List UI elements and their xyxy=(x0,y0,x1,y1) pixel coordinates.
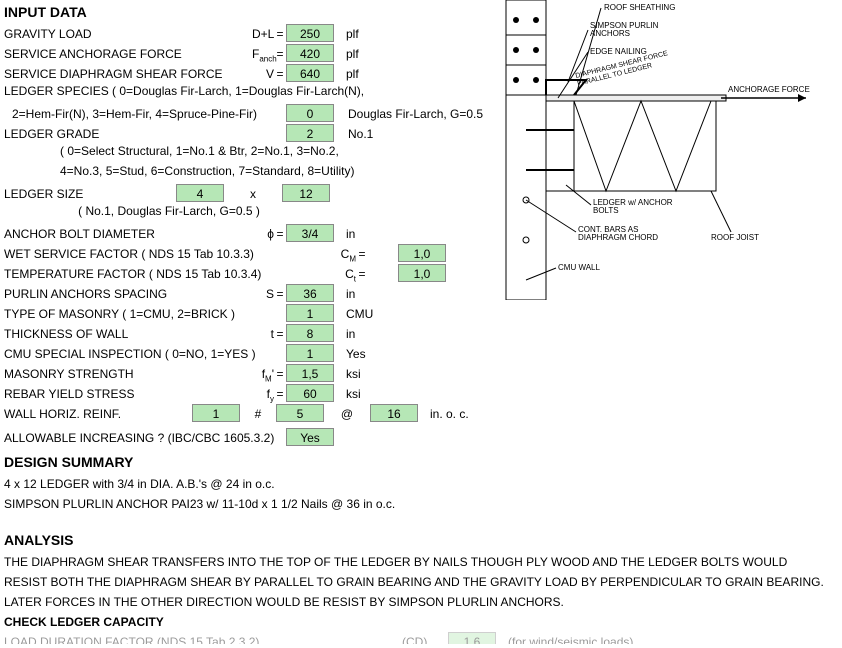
label-species-1: LEDGER SPECIES ( 0=Douglas Fir-Larch, 1=… xyxy=(4,84,364,98)
desc-species: Douglas Fir-Larch, G=0.5 xyxy=(348,107,483,121)
label-diaph-shear: SERVICE DIAPHRAGM SHEAR FORCE xyxy=(4,67,252,81)
sym-purlin: S xyxy=(260,287,274,301)
row-inspect: CMU SPECIAL INSPECTION ( 0=NO, 1=YES ) 1… xyxy=(4,344,838,364)
sym-mas-strength: fM' xyxy=(252,367,274,383)
diagram-label-anchor-force: ANCHORAGE FORCE xyxy=(728,85,810,94)
sym-wet: CM xyxy=(338,247,356,263)
label-wet: WET SERVICE FACTOR ( NDS 15 Tab 10.3.3) xyxy=(4,247,338,261)
val-inspect[interactable]: 1 xyxy=(286,344,334,362)
val-rebar[interactable]: 60 xyxy=(286,384,334,402)
val-reinf-spacing[interactable]: 16 xyxy=(370,404,418,422)
val-mas-strength[interactable]: 1,5 xyxy=(286,364,334,382)
label-masonry-type: TYPE OF MASONRY ( 1=CMU, 2=BRICK ) xyxy=(4,307,286,321)
sym-bolt: ϕ xyxy=(260,227,274,241)
sym-anchor-force: Fanch xyxy=(252,47,274,63)
diagram-label-roof-sheathing: ROOF SHEATHING xyxy=(604,3,675,12)
analysis-para: THE DIAPHRAGM SHEAR TRANSFERS INTO THE T… xyxy=(4,552,824,612)
unit-wall-t: in xyxy=(346,327,355,341)
diagram-label-purlin-anchors: SIMPSON PURLINANCHORS xyxy=(590,21,659,38)
diagram-label-edge-nailing: EDGE NAILING xyxy=(590,47,647,56)
label-bottom-cut: LOAD DURATION FACTOR (NDS 15 Tab 2.3.2) xyxy=(4,635,402,644)
label-anchor-force: SERVICE ANCHORAGE FORCE xyxy=(4,47,252,61)
label-species-2: 2=Hem-Fir(N), 3=Hem-Fir, 4=Spruce-Pine-F… xyxy=(4,107,286,121)
val-masonry-type[interactable]: 1 xyxy=(286,304,334,322)
label-purlin: PURLIN ANCHORS SPACING xyxy=(4,287,260,301)
label-wall-t: THICKNESS OF WALL xyxy=(4,327,260,341)
val-size-h[interactable]: 12 xyxy=(282,184,330,202)
connection-detail-diagram: ROOF SHEATHING SIMPSON PURLINANCHORS EDG… xyxy=(496,0,836,300)
label-bolt: ANCHOR BOLT DIAMETER xyxy=(4,227,260,241)
row-wall-t: THICKNESS OF WALL t = 8 in xyxy=(4,324,838,344)
diagram-label-ledger-bolts: LEDGER w/ ANCHORBOLTS xyxy=(593,198,673,215)
row-allow-inc: ALLOWABLE INCREASING ? (IBC/CBC 1605.3.2… xyxy=(4,428,838,448)
size-note: ( No.1, Douglas Fir-Larch, G=0.5 ) xyxy=(4,204,334,218)
label-horiz-reinf: WALL HORIZ. REINF. xyxy=(4,407,192,421)
val-species[interactable]: 0 xyxy=(286,104,334,122)
val-reinf-size[interactable]: 5 xyxy=(276,404,324,422)
unit-purlin: in xyxy=(346,287,355,301)
reinf-hash: # xyxy=(240,407,276,421)
val-purlin[interactable]: 36 xyxy=(286,284,334,302)
val-allow-inc[interactable]: Yes xyxy=(286,428,334,446)
sym-rebar: fy xyxy=(252,387,274,403)
label-mas-strength: MASONRY STRENGTH xyxy=(4,367,252,381)
val-gravity[interactable]: 250 xyxy=(286,24,334,42)
design-summary-line2: SIMPSON PLURLIN ANCHOR PAI23 w/ 11-10d x… xyxy=(4,494,838,514)
unit-mas-strength: ksi xyxy=(346,367,361,381)
desc-masonry-type: CMU xyxy=(346,307,373,321)
val-bottom-cut: 1,6 xyxy=(448,632,496,644)
label-temp: TEMPERATURE FACTOR ( NDS 15 Tab 10.3.4) xyxy=(4,267,338,281)
diagram-label-roof-joist: ROOF JOIST xyxy=(711,233,759,242)
val-diaph-shear[interactable]: 640 xyxy=(286,64,334,82)
design-summary-line1: 4 x 12 LEDGER with 3/4 in DIA. A.B.'s @ … xyxy=(4,474,838,494)
val-grade[interactable]: 2 xyxy=(286,124,334,142)
val-size-w[interactable]: 4 xyxy=(176,184,224,202)
unit-gravity: plf xyxy=(346,27,359,41)
val-anchor-force[interactable]: 420 xyxy=(286,44,334,62)
desc-grade: No.1 xyxy=(348,127,373,141)
row-mas-strength: MASONRY STRENGTH fM' = 1,5 ksi xyxy=(4,364,838,384)
row-horiz-reinf: WALL HORIZ. REINF. 1 # 5 @ 16 in. o. c. xyxy=(4,404,838,424)
val-reinf-count[interactable]: 1 xyxy=(192,404,240,422)
unit-anchor-force: plf xyxy=(346,47,359,61)
analysis-title: ANALYSIS xyxy=(4,532,838,548)
label-inspect: CMU SPECIAL INSPECTION ( 0=NO, 1=YES ) xyxy=(4,347,286,361)
sym-bottom-cut: (CD) xyxy=(402,635,432,644)
row-masonry-type: TYPE OF MASONRY ( 1=CMU, 2=BRICK ) 1 CMU xyxy=(4,304,838,324)
label-rebar: REBAR YIELD STRESS xyxy=(4,387,252,401)
sym-temp: Ct xyxy=(338,267,356,283)
val-wet[interactable]: 1,0 xyxy=(398,244,446,262)
row-rebar: REBAR YIELD STRESS fy = 60 ksi xyxy=(4,384,838,404)
note-bottom-cut: (for wind/seismic loads) xyxy=(508,635,633,644)
unit-rebar: ksi xyxy=(346,387,361,401)
label-allow-inc: ALLOWABLE INCREASING ? (IBC/CBC 1605.3.2… xyxy=(4,431,286,445)
sym-gravity: D+L xyxy=(252,27,274,41)
diagram-label-cmu-wall: CMU WALL xyxy=(558,263,600,272)
row-bottom-cut: LOAD DURATION FACTOR (NDS 15 Tab 2.3.2) … xyxy=(4,632,838,644)
diagram-label-cont-bars: CONT. BARS ASDIAPHRAGM CHORD xyxy=(578,225,658,242)
val-temp[interactable]: 1,0 xyxy=(398,264,446,282)
unit-bolt: in xyxy=(346,227,355,241)
grade-note1: ( 0=Select Structural, 1=No.1 & Btr, 2=N… xyxy=(60,144,339,158)
val-wall-t[interactable]: 8 xyxy=(286,324,334,342)
desc-inspect: Yes xyxy=(346,347,366,361)
grade-note2: 4=No.3, 5=Stud, 6=Construction, 7=Standa… xyxy=(60,164,355,178)
size-sep: x xyxy=(224,187,282,201)
reinf-at: @ xyxy=(324,407,370,421)
reinf-oc: in. o. c. xyxy=(430,407,469,421)
label-gravity: GRAVITY LOAD xyxy=(4,27,252,41)
unit-diaph-shear: plf xyxy=(346,67,359,81)
sym-wall-t: t xyxy=(260,327,274,341)
label-size: LEDGER SIZE xyxy=(4,187,176,201)
design-summary-title: DESIGN SUMMARY xyxy=(4,454,838,470)
sym-diaph-shear: V xyxy=(252,67,274,81)
check-ledger-capacity: CHECK LEDGER CAPACITY xyxy=(4,612,838,632)
label-grade: LEDGER GRADE xyxy=(4,127,286,141)
val-bolt[interactable]: 3/4 xyxy=(286,224,334,242)
